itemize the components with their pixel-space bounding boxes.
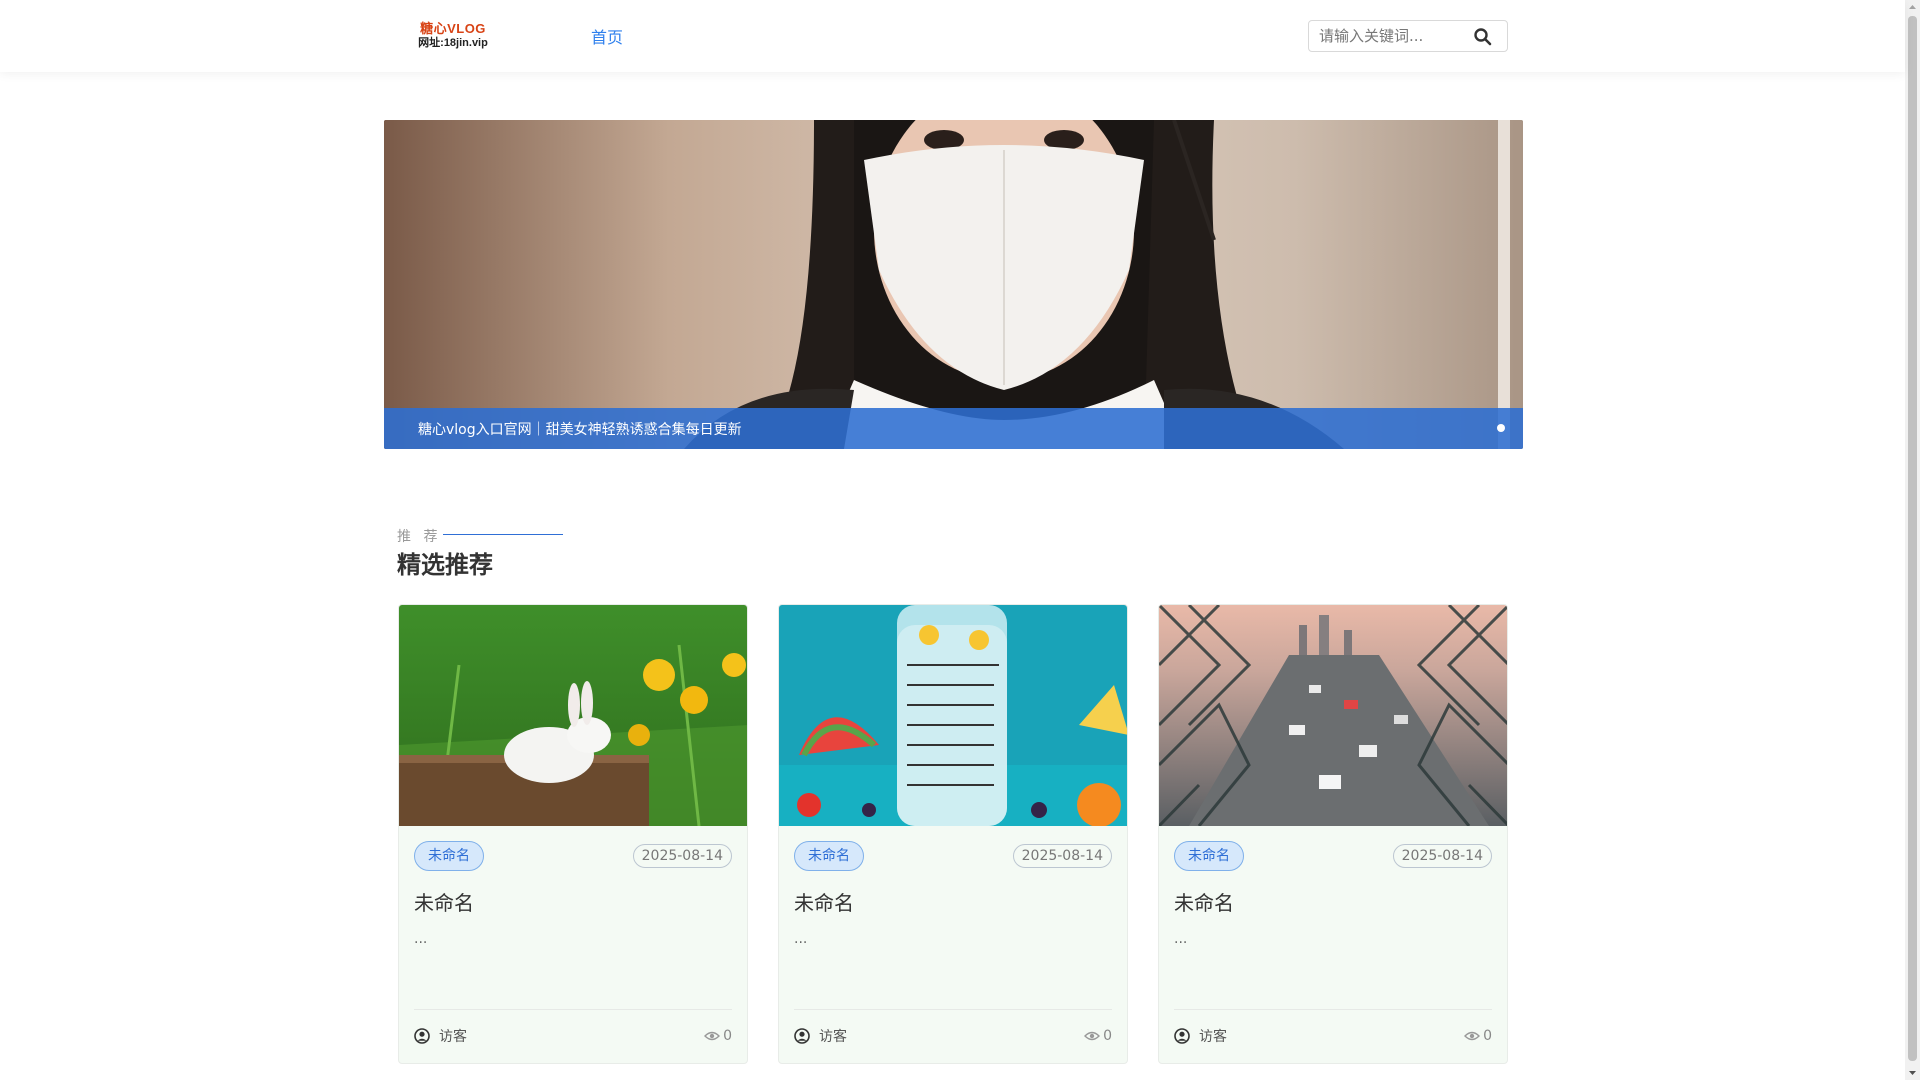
post-views: 0	[1084, 1026, 1112, 1046]
post-category-tag[interactable]: 未命名	[1174, 841, 1244, 871]
post-title[interactable]: 未命名	[414, 887, 474, 916]
post-thumbnail-highway[interactable]	[1159, 605, 1508, 826]
post-views: 0	[704, 1026, 732, 1046]
card-divider	[794, 1009, 1112, 1010]
post-author: 访客	[1174, 1026, 1227, 1046]
card-divider	[414, 1009, 732, 1010]
banner-caption-bar: 糖心vlog入口官网｜甜美女神轻熟诱惑合集每日更新	[384, 408, 1523, 449]
eye-icon	[1084, 1031, 1101, 1041]
post-thumbnail-rabbit[interactable]	[399, 605, 748, 826]
scroll-down-icon[interactable]	[1905, 1065, 1920, 1080]
scroll-up-icon[interactable]	[1905, 0, 1920, 15]
search-icon	[1474, 28, 1492, 46]
post-author: 访客	[794, 1026, 847, 1046]
section-title-underline	[443, 534, 563, 535]
page-scrollbar[interactable]	[1905, 0, 1920, 1080]
search-box	[1308, 20, 1508, 52]
post-views-count: 0	[723, 1028, 732, 1044]
search-button[interactable]	[1473, 27, 1493, 47]
post-category-tag[interactable]: 未命名	[414, 841, 484, 871]
post-excerpt: ...	[414, 931, 428, 947]
post-thumbnail-water-bottle[interactable]	[779, 605, 1128, 826]
site-header: 糖心VLOG 网址:18jin.vip 首页	[0, 0, 1905, 72]
post-excerpt: ...	[1174, 931, 1188, 947]
post-title[interactable]: 未命名	[1174, 887, 1234, 916]
post-author-name: 访客	[819, 1029, 847, 1045]
post-date: 2025-08-14	[1392, 844, 1492, 868]
post-author-name: 访客	[1199, 1029, 1227, 1045]
nav-item-home[interactable]: 首页	[591, 24, 623, 48]
section-subtitle: 推 荐	[397, 529, 442, 545]
banner-caption-link[interactable]: 糖心vlog入口官网｜甜美女神轻熟诱惑合集每日更新	[418, 419, 742, 439]
logo-brand-text: 糖心VLOG	[420, 21, 486, 36]
slider-dot[interactable]	[1497, 424, 1505, 432]
eye-icon	[704, 1031, 721, 1041]
post-author: 访客	[414, 1026, 467, 1046]
search-input[interactable]	[1309, 21, 1467, 51]
section-title: 精选推荐	[397, 551, 493, 579]
card-divider	[1174, 1009, 1492, 1010]
post-excerpt: ...	[794, 931, 808, 947]
user-circle-icon	[414, 1028, 430, 1044]
user-circle-icon	[794, 1028, 810, 1044]
post-date: 2025-08-14	[632, 844, 732, 868]
scrollbar-thumb[interactable]	[1908, 16, 1917, 1061]
logo-url-text: 网址:18jin.vip	[418, 37, 488, 49]
eye-icon	[1464, 1031, 1481, 1041]
banner-image[interactable]	[384, 120, 1523, 449]
post-card[interactable]: 未命名 2025-08-14 未命名 ... 访客 0	[1158, 604, 1508, 1064]
post-card[interactable]: 未命名 2025-08-14 未命名 ... 访客 0	[778, 604, 1128, 1064]
post-date: 2025-08-14	[1012, 844, 1112, 868]
post-card[interactable]: 未命名 2025-08-14 未命名 ... 访客 0	[398, 604, 748, 1064]
banner-slider[interactable]: 糖心vlog入口官网｜甜美女神轻熟诱惑合集每日更新	[384, 120, 1523, 449]
post-views-count: 0	[1483, 1028, 1492, 1044]
user-circle-icon	[1174, 1028, 1190, 1044]
post-author-name: 访客	[439, 1029, 467, 1045]
site-logo[interactable]: 糖心VLOG 网址:18jin.vip	[410, 22, 496, 52]
post-title[interactable]: 未命名	[794, 887, 854, 916]
post-views: 0	[1464, 1026, 1492, 1046]
post-views-count: 0	[1103, 1028, 1112, 1044]
post-category-tag[interactable]: 未命名	[794, 841, 864, 871]
